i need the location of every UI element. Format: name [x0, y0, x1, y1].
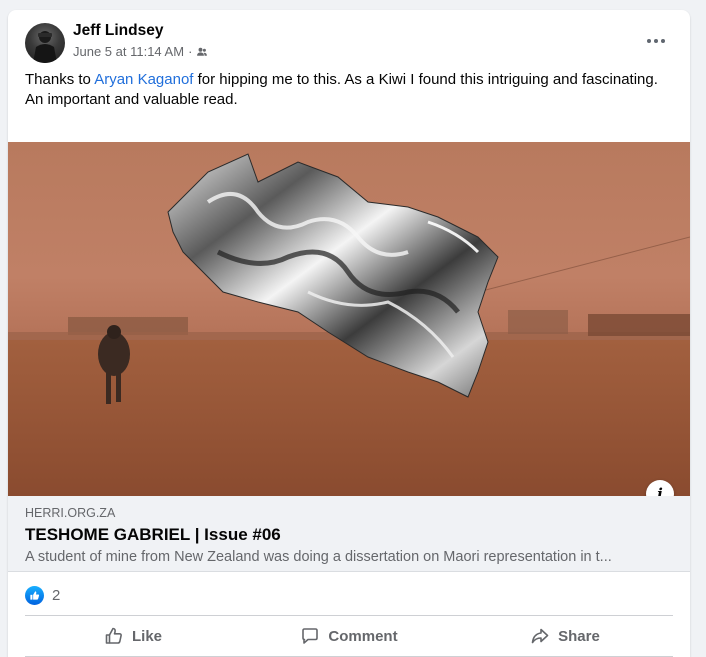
- share-button[interactable]: Share: [457, 618, 673, 654]
- desert-scene-image: [8, 153, 690, 496]
- link-description: A student of mine from New Zealand was d…: [25, 549, 612, 565]
- post-text-line-2: An important and valuable read.: [25, 91, 238, 108]
- comment-icon: [300, 626, 320, 646]
- friends-icon[interactable]: [196, 46, 208, 58]
- like-button[interactable]: Like: [25, 618, 241, 654]
- post-meta: June 5 at 11:14 AM ·: [73, 44, 208, 59]
- link-domain: HERRI.ORG.ZA: [25, 506, 116, 520]
- link-title[interactable]: TESHOME GABRIEL | Issue #06: [25, 525, 281, 545]
- divider: [25, 615, 673, 616]
- author-name[interactable]: Jeff Lindsey: [73, 22, 163, 40]
- post-body: Thanks to Aryan Kaganof for hipping me t…: [25, 70, 665, 110]
- more-horizontal-icon: [647, 39, 651, 43]
- more-dot: [661, 39, 665, 43]
- comment-label: Comment: [328, 627, 398, 645]
- avatar[interactable]: [25, 23, 65, 63]
- comment-button[interactable]: Comment: [241, 618, 457, 654]
- post-image[interactable]: [8, 142, 690, 496]
- action-bar: Like Comment Share: [25, 618, 673, 654]
- meta-separator: ·: [188, 44, 193, 59]
- post-timestamp[interactable]: June 5 at 11:14 AM: [73, 44, 184, 59]
- post-text-suffix: for hipping me to this. As a Kiwi I foun…: [193, 71, 658, 88]
- reaction-count[interactable]: 2: [52, 587, 60, 604]
- post-card: Jeff Lindsey June 5 at 11:14 AM · Thanks…: [8, 10, 690, 657]
- like-label: Like: [131, 627, 162, 645]
- share-label: Share: [558, 627, 600, 645]
- reactions-summary[interactable]: 2: [25, 584, 60, 606]
- more-dot: [654, 39, 658, 43]
- thumbs-up-icon: [104, 626, 124, 646]
- post-text-prefix: Thanks to: [25, 71, 95, 88]
- link-preview[interactable]: HERRI.ORG.ZA TESHOME GABRIEL | Issue #06…: [8, 496, 690, 572]
- like-reaction-icon: [25, 585, 44, 605]
- share-icon: [530, 626, 550, 646]
- more-options-button[interactable]: [638, 28, 674, 54]
- post-header: Jeff Lindsey June 5 at 11:14 AM ·: [8, 10, 690, 72]
- mention-link[interactable]: Aryan Kaganof: [94, 71, 193, 88]
- post-text-line-1: Thanks to Aryan Kaganof for hipping me t…: [25, 70, 665, 90]
